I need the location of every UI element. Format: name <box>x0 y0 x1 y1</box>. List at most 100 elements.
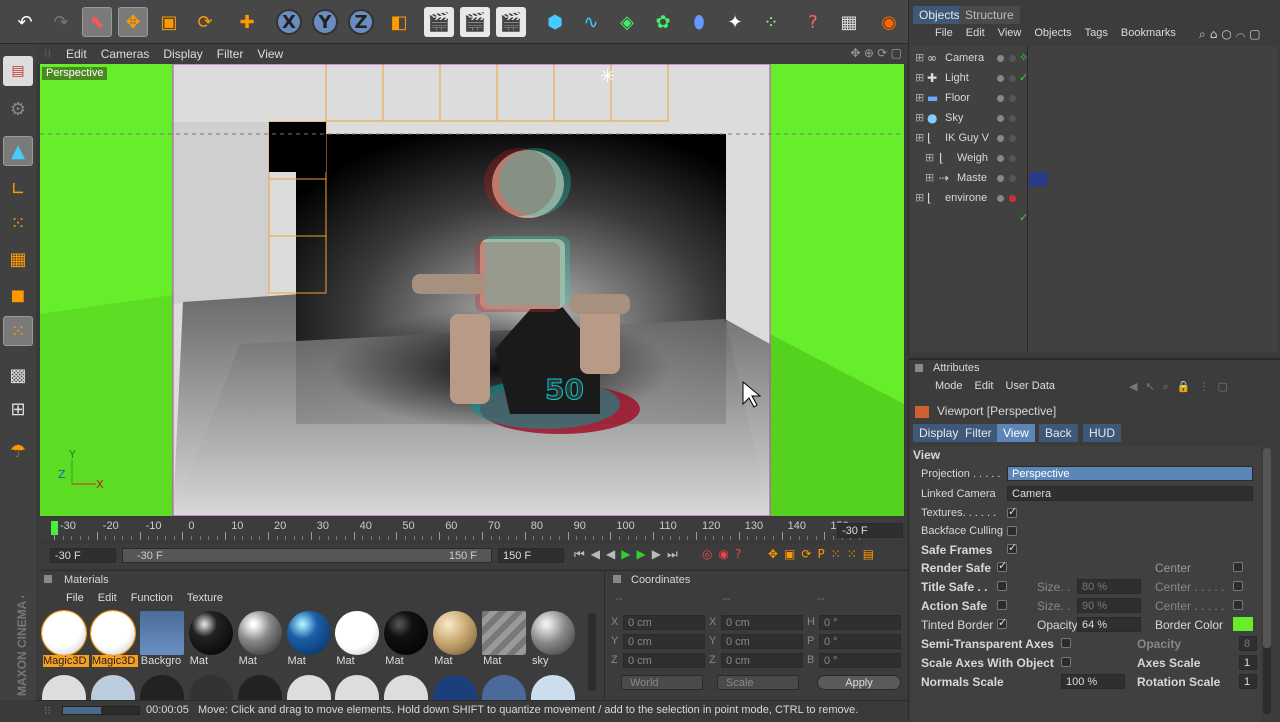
material-name[interactable]: Backgro <box>141 655 187 667</box>
materials-scrollbar[interactable] <box>588 613 596 691</box>
expand-icon[interactable]: ⊞ <box>915 131 924 144</box>
z-axis-icon[interactable]: Z <box>346 7 376 37</box>
axes-scale-field[interactable]: 1 <box>1239 655 1257 670</box>
material-name[interactable]: Magic3D <box>43 655 89 667</box>
visibility-dot[interactable] <box>1009 175 1016 182</box>
visibility-dot[interactable] <box>997 75 1004 82</box>
material-swatch[interactable] <box>89 610 136 656</box>
material-swatch[interactable] <box>384 611 429 655</box>
visibility-dot[interactable] <box>1009 95 1016 102</box>
center-checkbox-3[interactable] <box>1233 600 1243 610</box>
material-swatch-row2[interactable] <box>139 675 184 701</box>
visibility-dot[interactable] <box>1009 195 1016 202</box>
coord-value-field[interactable]: 0 cm <box>623 615 705 630</box>
apply-button[interactable]: Apply <box>817 675 901 690</box>
objects-menu-edit[interactable]: Edit <box>966 27 985 39</box>
viewport-menu-edit[interactable]: Edit <box>66 47 87 61</box>
material-name[interactable]: Mat <box>190 655 236 667</box>
panel-close-icon[interactable] <box>44 575 52 583</box>
viewport-menu-cameras[interactable]: Cameras <box>101 47 150 61</box>
visibility-dot[interactable] <box>1009 135 1016 142</box>
object-tag-icon[interactable]: ✧ <box>1019 51 1028 64</box>
material-swatch[interactable] <box>335 611 380 655</box>
rotate-tool-icon[interactable]: ⟳ <box>190 7 220 37</box>
coord-value-field[interactable]: 0 cm <box>721 653 803 668</box>
coord-value-field[interactable]: 0 cm <box>721 634 803 649</box>
visibility-dot[interactable] <box>1009 55 1016 62</box>
normals-scale-field[interactable]: 100 % <box>1061 674 1125 689</box>
move-tool-icon[interactable]: ✥ <box>118 7 148 37</box>
materials-menu-edit[interactable]: Edit <box>98 592 117 604</box>
scene-icon[interactable]: ✦ <box>720 7 750 37</box>
attributes-nav-icons[interactable]: ◀↖⌕🔒⋮▢ <box>1129 380 1236 394</box>
objects-menu-bookmarks[interactable]: Bookmarks <box>1121 27 1176 39</box>
projection-dropdown[interactable]: Perspective <box>1007 466 1253 481</box>
material-swatch[interactable] <box>139 611 184 655</box>
object-name[interactable]: Camera <box>945 52 997 64</box>
visibility-dot[interactable] <box>997 175 1004 182</box>
live-selection-icon[interactable]: ⬉ <box>82 7 112 37</box>
model-mode-icon[interactable]: ▲ <box>3 136 33 166</box>
layout-icon[interactable]: ▤ <box>3 56 33 86</box>
help-icon[interactable]: ? <box>798 7 828 37</box>
center-checkbox-2[interactable] <box>1233 581 1243 591</box>
visibility-dot[interactable] <box>1009 75 1016 82</box>
material-name[interactable]: sky <box>532 655 578 667</box>
y-axis-icon[interactable]: Y <box>310 7 340 37</box>
backface-checkbox[interactable] <box>1007 526 1017 536</box>
material-swatch-row2[interactable] <box>188 675 233 701</box>
material-swatch[interactable] <box>531 611 575 655</box>
material-swatch-row2[interactable] <box>384 675 429 701</box>
visibility-dot[interactable] <box>997 115 1004 122</box>
materials-menu-function[interactable]: Function <box>131 592 173 604</box>
tab-objects[interactable]: Objects <box>913 6 966 24</box>
attr-tab-view[interactable]: View <box>997 424 1035 442</box>
objects-menu-view[interactable]: View <box>998 27 1022 39</box>
material-name[interactable]: Mat <box>288 655 334 667</box>
visibility-dot[interactable] <box>997 135 1004 142</box>
attributes-scrollbar[interactable] <box>1263 448 1271 714</box>
object-tag-icon[interactable]: ✓ <box>1019 71 1028 84</box>
expand-icon[interactable]: ⊞ <box>915 91 924 104</box>
materials-menu-texture[interactable]: Texture <box>187 592 223 604</box>
playback-controls[interactable]: ⏮◀◀▶▶▶⏭ <box>574 547 684 562</box>
material-name[interactable]: Mat <box>434 655 480 667</box>
render-view-icon[interactable]: 🎬 <box>424 7 454 37</box>
material-swatch-row2[interactable] <box>237 675 282 701</box>
coord-value-field[interactable]: 0 cm <box>721 615 803 630</box>
action-safe-size-field[interactable]: 90 % <box>1077 598 1141 613</box>
coordinate-system-icon[interactable]: ◧ <box>384 7 414 37</box>
material-swatch[interactable] <box>41 610 87 656</box>
expand-icon[interactable]: ⊞ <box>915 51 924 64</box>
attr-tab-back[interactable]: Back <box>1039 424 1078 442</box>
visibility-dot[interactable] <box>997 55 1004 62</box>
object-tag-icon[interactable]: ✓ <box>1019 211 1028 224</box>
object-name[interactable]: Sky <box>945 112 997 124</box>
expand-icon[interactable]: ⊞ <box>925 171 934 184</box>
uv-mode-icon[interactable]: ⁙ <box>3 316 33 346</box>
nurbs-icon[interactable]: ◈ <box>612 7 642 37</box>
objects-toolbar-icons[interactable]: ⌕⌂○⌒▢ <box>1199 27 1265 42</box>
coord-value-field[interactable]: 0 ° <box>819 634 901 649</box>
render-settings-icon[interactable]: 🎬 <box>496 7 526 37</box>
viewport-menu-filter[interactable]: Filter <box>217 47 244 61</box>
material-swatch-row2[interactable] <box>433 675 478 701</box>
objects-menu-file[interactable]: File <box>935 27 953 39</box>
spline-icon[interactable]: ∿ <box>576 7 606 37</box>
visibility-dot[interactable] <box>997 155 1004 162</box>
x-axis-icon[interactable]: X <box>274 7 304 37</box>
range-slider[interactable]: -30 F 150 F <box>122 548 492 563</box>
material-swatch[interactable] <box>237 611 282 655</box>
edges-mode-icon[interactable]: ▦ <box>3 244 33 274</box>
keyframe-tools[interactable]: ✥▣⟳P⁙⁙▤ <box>768 547 880 561</box>
coord-value-field[interactable]: 0 ° <box>819 615 901 630</box>
objects-menu-tags[interactable]: Tags <box>1085 27 1108 39</box>
material-swatch[interactable] <box>482 611 527 655</box>
visibility-dot[interactable] <box>997 95 1004 102</box>
material-swatch-row2[interactable] <box>286 675 331 701</box>
snap-icon[interactable]: ☂ <box>3 436 33 466</box>
coord-value-field[interactable]: 0 cm <box>623 634 705 649</box>
object-name[interactable]: IK Guy V <box>945 132 997 144</box>
viewport-menu-display[interactable]: Display <box>163 47 202 61</box>
undo-icon[interactable]: ↶ <box>10 7 40 37</box>
